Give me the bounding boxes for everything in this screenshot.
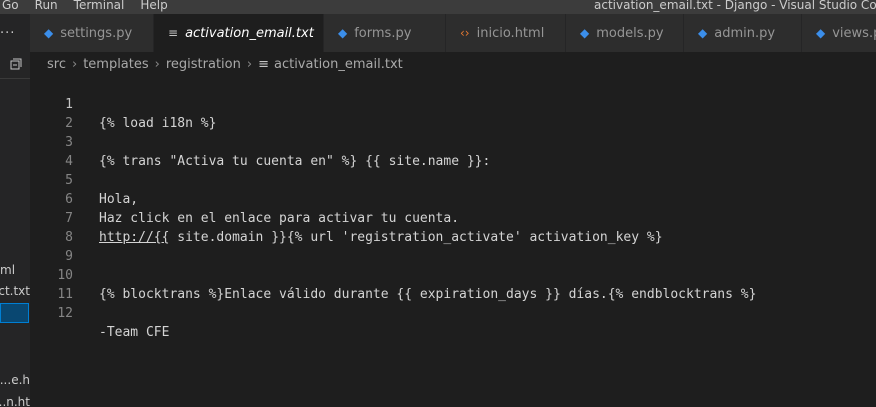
code-editor[interactable]: 1 {% load i18n %} 2 3 {% trans "Activa t…	[30, 76, 876, 407]
code-line: 8	[30, 209, 876, 245]
title-bar: Go Run Terminal Help activation_email.tx…	[0, 0, 876, 14]
code-line: 5 Hola,	[30, 152, 876, 207]
breadcrumb-registration[interactable]: registration	[166, 57, 241, 72]
tab-label: models.py	[596, 25, 664, 41]
breadcrumb-templates[interactable]: templates	[83, 57, 148, 72]
python-file-icon: ◆	[698, 26, 708, 40]
collapse-folders-icon[interactable]	[10, 58, 22, 70]
html-file-icon: ‹›	[460, 26, 470, 40]
menu-bar: Go Run Terminal Help	[0, 0, 176, 11]
line-text[interactable]: -Team CFE	[99, 323, 169, 342]
chevron-right-icon: ›	[71, 56, 78, 72]
tab-label: forms.py	[354, 25, 412, 41]
sidebar-file-html[interactable]: ml	[0, 260, 30, 280]
explorer-sidebar: ... ml ct.txt e.h... n.ht...	[0, 14, 30, 407]
tab-admin-py[interactable]: ◆ admin.py	[684, 14, 802, 52]
code-line: 10 {% blocktrans %}Enlace válido durante…	[30, 247, 876, 302]
explorer-more-actions[interactable]: ...	[0, 22, 15, 37]
code-line: 2	[30, 95, 876, 131]
window-title: activation_email.txt - Django - Visual S…	[594, 0, 876, 12]
code-line: 4	[30, 133, 876, 169]
code-line: 11	[30, 266, 876, 302]
tab-label: admin.py	[714, 25, 776, 41]
python-file-icon: ◆	[338, 26, 348, 40]
text-file-icon: ≡	[258, 56, 269, 72]
tab-label: activation_email.txt	[185, 25, 314, 41]
tab-settings-py[interactable]: ◆ settings.py	[30, 14, 154, 52]
tab-label: inicio.html	[476, 25, 545, 41]
tab-views-py[interactable]: ◆ views.p	[802, 14, 876, 52]
menu-go[interactable]: Go	[0, 0, 27, 11]
tab-forms-py[interactable]: ◆ forms.py	[324, 14, 446, 52]
tab-activation-email-txt[interactable]: ≡ activation_email.txt ✕	[154, 14, 335, 52]
code-line: 7 http://{{ site.domain }}{% url 'regist…	[30, 190, 876, 245]
chevron-right-icon: ›	[246, 56, 253, 72]
menu-run[interactable]: Run	[27, 0, 66, 11]
sidebar-file-html-2[interactable]: e.h...	[0, 370, 30, 390]
code-line: 9	[30, 228, 876, 264]
sidebar-selected-item[interactable]	[0, 303, 29, 323]
tab-label: views.p	[832, 25, 876, 41]
breadcrumb: src › templates › registration › ≡ activ…	[30, 52, 876, 76]
breadcrumb-file[interactable]: activation_email.txt	[274, 57, 403, 72]
sidebar-file-txt[interactable]: ct.txt	[0, 281, 30, 301]
python-file-icon: ◆	[44, 26, 54, 40]
text-file-icon: ≡	[168, 26, 179, 40]
tab-models-py[interactable]: ◆ models.py	[566, 14, 684, 52]
python-file-icon: ◆	[816, 26, 826, 40]
tab-inicio-html[interactable]: ‹› inicio.html	[446, 14, 566, 52]
line-number: 12	[57, 306, 73, 321]
code-line: 6 Haz click en el enlace para activar tu…	[30, 171, 876, 226]
python-file-icon: ◆	[580, 26, 590, 40]
code-line: 1 {% load i18n %}	[30, 76, 876, 131]
code-line: 12 -Team CFE	[30, 285, 876, 340]
menu-help[interactable]: Help	[132, 0, 175, 11]
sidebar-file-html-3[interactable]: n.ht...	[0, 392, 30, 407]
tab-label: settings.py	[60, 25, 133, 41]
breadcrumb-src[interactable]: src	[47, 57, 66, 72]
chevron-right-icon: ›	[154, 56, 160, 72]
code-line: 3 {% trans "Activa tu cuenta en" %} {{ s…	[30, 114, 876, 169]
editor-tabs: ◆ settings.py ≡ activation_email.txt ✕ ◆…	[30, 14, 876, 52]
menu-terminal[interactable]: Terminal	[66, 0, 133, 11]
sidebar-divider	[0, 78, 30, 79]
